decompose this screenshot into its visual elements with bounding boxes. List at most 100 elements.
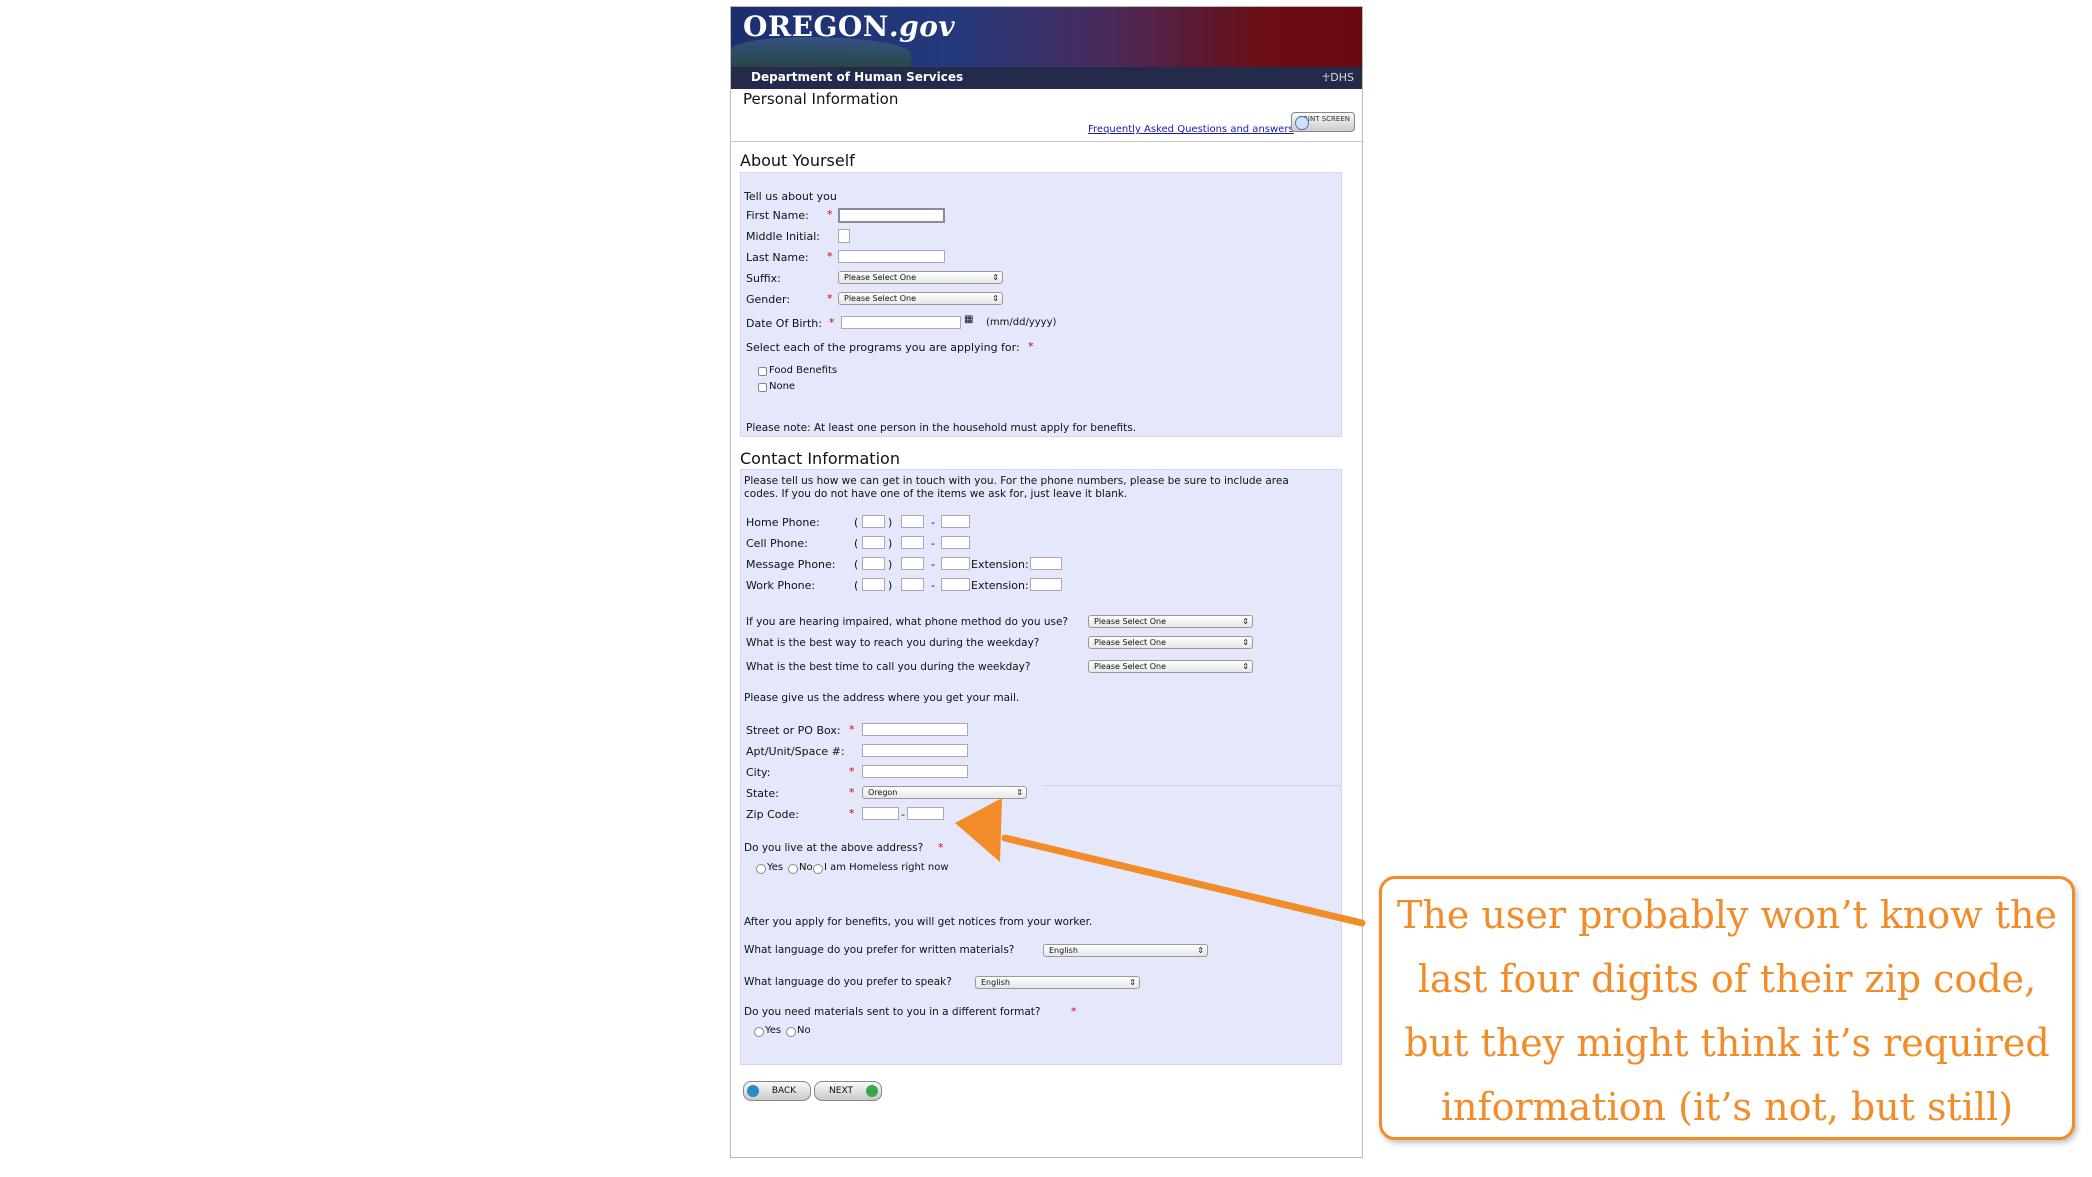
written-language-question: What language do you prefer for written … — [744, 944, 1015, 956]
paren-close: ) — [888, 537, 893, 550]
calendar-icon[interactable]: ▦ — [964, 314, 973, 325]
paren-open: ( — [854, 558, 859, 571]
live-question: Do you live at the above address? — [744, 842, 924, 854]
next-button[interactable]: NEXT — [814, 1081, 882, 1101]
required-marker: * — [938, 841, 944, 854]
none-label: None — [769, 381, 796, 392]
contact-intro-line2: codes. If you do not have one of the ite… — [744, 488, 1128, 500]
reach-method-select[interactable]: Please Select One ⇕ — [1088, 636, 1253, 649]
annotation-callout: The user probably won’t know the last fo… — [1379, 876, 2075, 1140]
dob-input[interactable] — [841, 316, 961, 329]
zip-label: Zip Code: — [746, 808, 799, 821]
food-benefits-checkbox[interactable] — [758, 367, 767, 376]
callout-line: information (it’s not, but still) — [1440, 1085, 2014, 1129]
city-label: City: — [746, 766, 771, 779]
faq-link[interactable]: Frequently Asked Questions and answers — [1088, 124, 1294, 135]
time-question: What is the best time to call you during… — [746, 661, 1031, 673]
required-marker: * — [827, 250, 833, 263]
last-name-input[interactable] — [838, 250, 945, 263]
spoken-language-select[interactable]: English ⇕ — [975, 976, 1140, 989]
cell-phone-prefix-input[interactable] — [901, 536, 924, 549]
work-phone-extension-input[interactable] — [1030, 578, 1062, 591]
back-button[interactable]: BACK — [743, 1081, 811, 1101]
first-name-label: First Name: — [746, 209, 809, 222]
print-screen-button[interactable]: PRINT SCREEN — [1291, 112, 1355, 132]
hearing-method-select[interactable]: Please Select One ⇕ — [1088, 615, 1253, 628]
required-marker: * — [1071, 1005, 1077, 1018]
apt-input[interactable] — [862, 744, 968, 757]
message-phone-extension-input[interactable] — [1030, 557, 1062, 570]
paren-close: ) — [888, 516, 893, 529]
first-name-input[interactable] — [838, 208, 945, 223]
live-no-radio[interactable] — [788, 864, 798, 874]
live-yes-label: Yes — [767, 862, 784, 873]
about-intro: Tell us about you — [744, 190, 837, 203]
suffix-select[interactable]: Please Select One ⇕ — [838, 271, 1003, 284]
home-phone-area-input[interactable] — [862, 515, 885, 528]
callout-line: but they might think it’s required — [1404, 1021, 2050, 1065]
format-no-radio[interactable] — [786, 1027, 796, 1037]
homeless-label: I am Homeless right now — [824, 862, 949, 873]
paren-open: ( — [854, 537, 859, 550]
city-input[interactable] — [862, 765, 968, 778]
middle-initial-input[interactable] — [838, 229, 850, 243]
gender-label: Gender: — [746, 293, 791, 306]
extension-label: Extension: — [971, 558, 1029, 571]
dash: - — [931, 537, 935, 550]
dash: - — [931, 579, 935, 592]
extension-label: Extension: — [971, 579, 1029, 592]
required-marker: * — [827, 208, 833, 221]
required-marker: * — [827, 292, 833, 305]
message-phone-line-input[interactable] — [941, 557, 970, 570]
live-no-label: No — [799, 862, 813, 873]
paren-open: ( — [854, 516, 859, 529]
dash: - — [901, 808, 905, 821]
work-phone-label: Work Phone: — [746, 579, 816, 592]
homeless-radio[interactable] — [813, 864, 823, 874]
contact-section-title: Contact Information — [740, 449, 900, 468]
cell-phone-area-input[interactable] — [862, 536, 885, 549]
live-yes-radio[interactable] — [756, 864, 766, 874]
zip-code-input[interactable] — [862, 807, 899, 820]
required-marker: * — [849, 765, 855, 778]
paren-close: ) — [888, 579, 893, 592]
left-arrow-icon — [747, 1085, 759, 1097]
work-phone-prefix-input[interactable] — [901, 578, 924, 591]
last-name-label: Last Name: — [746, 251, 809, 264]
call-time-select[interactable]: Please Select One ⇕ — [1088, 660, 1253, 673]
oregon-gov-banner: OREGON.gov — [731, 7, 1362, 67]
paren-close: ) — [888, 558, 893, 571]
state-select[interactable]: Oregon ⇕ — [862, 786, 1027, 799]
oregon-gov-logo[interactable]: OREGON.gov — [743, 10, 955, 43]
format-yes-radio[interactable] — [754, 1027, 764, 1037]
cell-phone-line-input[interactable] — [941, 536, 970, 549]
work-phone-line-input[interactable] — [941, 578, 970, 591]
cell-phone-label: Cell Phone: — [746, 537, 808, 550]
address-prompt: Please give us the address where you get… — [744, 692, 1020, 704]
format-yes-label: Yes — [765, 1025, 782, 1036]
page-title: Personal Information — [743, 90, 899, 108]
reach-question: What is the best way to reach you during… — [746, 637, 1040, 649]
required-marker: * — [849, 723, 855, 736]
dob-label: Date Of Birth: — [746, 317, 822, 330]
message-phone-area-input[interactable] — [862, 557, 885, 570]
callout-line: last four digits of their zip code, — [1417, 957, 2037, 1001]
none-checkbox[interactable] — [758, 383, 767, 392]
required-marker: * — [1028, 340, 1034, 353]
home-phone-prefix-input[interactable] — [901, 515, 924, 528]
street-input[interactable] — [862, 723, 968, 736]
home-phone-line-input[interactable] — [941, 515, 970, 528]
middle-initial-label: Middle Initial: — [746, 230, 820, 243]
dash: - — [931, 558, 935, 571]
message-phone-prefix-input[interactable] — [901, 557, 924, 570]
written-language-select[interactable]: English ⇕ — [1043, 944, 1208, 957]
required-marker: * — [849, 807, 855, 820]
zip-plus-four-input[interactable] — [907, 807, 944, 820]
about-section-title: About Yourself — [740, 151, 855, 170]
dob-format-hint: (mm/dd/yyyy) — [986, 317, 1057, 328]
contact-intro-line1: Please tell us how we can get in touch w… — [744, 475, 1289, 487]
work-phone-area-input[interactable] — [862, 578, 885, 591]
select-arrows-icon: ⇕ — [992, 294, 999, 303]
street-label: Street or PO Box: — [746, 724, 841, 737]
gender-select[interactable]: Please Select One ⇕ — [838, 292, 1003, 305]
